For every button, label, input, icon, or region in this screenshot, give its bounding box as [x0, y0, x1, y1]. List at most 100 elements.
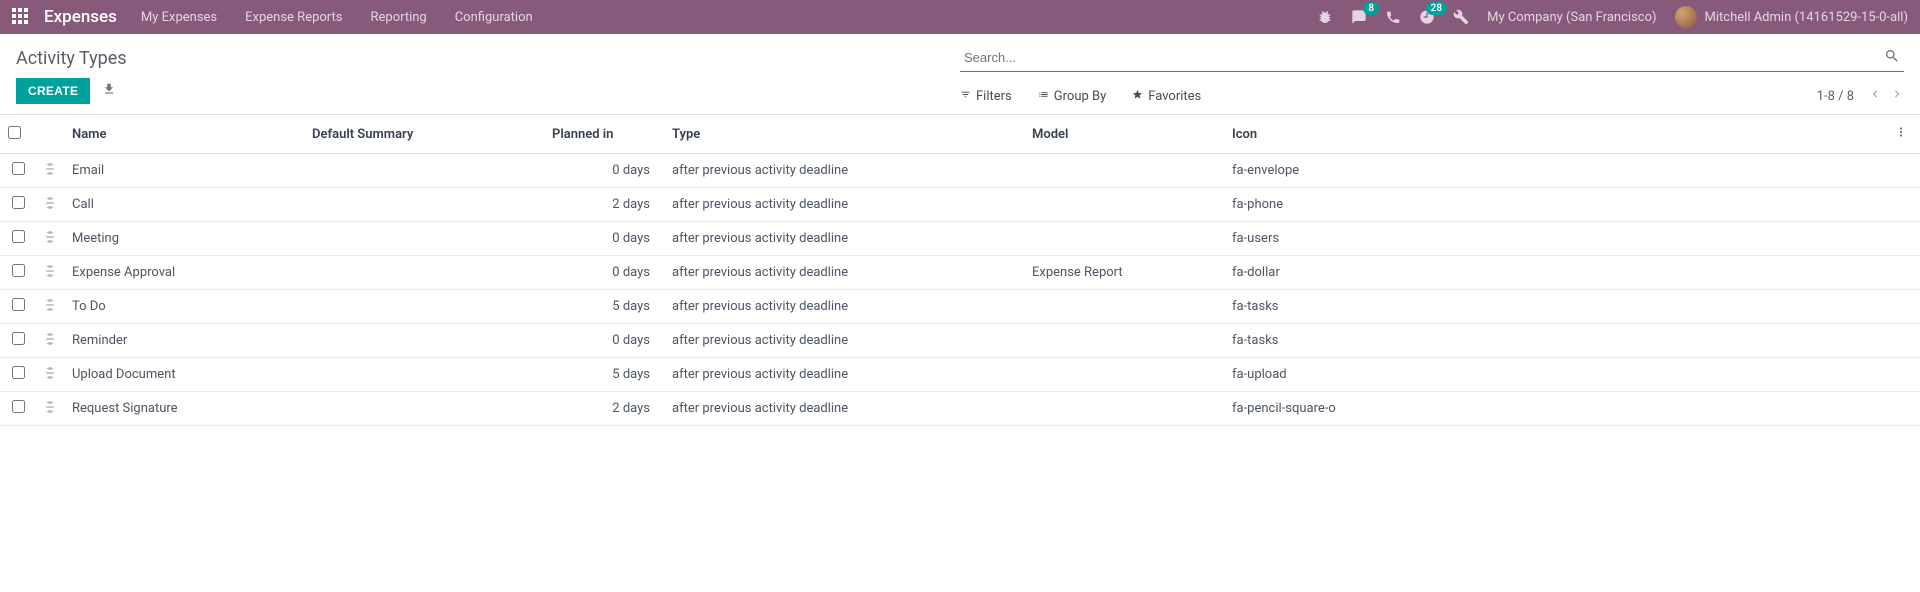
- messages-badge: 8: [1363, 2, 1379, 15]
- drag-handle-icon[interactable]: [45, 402, 55, 417]
- cell-icon: fa-upload: [1224, 358, 1886, 392]
- cell-icon: fa-pencil-square-o: [1224, 392, 1886, 426]
- row-checkbox[interactable]: [12, 366, 25, 379]
- cell-icon: fa-tasks: [1224, 324, 1886, 358]
- search-box: [960, 44, 1904, 72]
- create-button[interactable]: CREATE: [16, 78, 90, 104]
- pager-prev[interactable]: [1868, 87, 1882, 105]
- funnel-icon: [960, 89, 971, 104]
- table-row[interactable]: Call2 daysafter previous activity deadli…: [0, 188, 1920, 222]
- drag-handle-icon[interactable]: [45, 266, 55, 281]
- drag-handle-icon[interactable]: [45, 164, 55, 179]
- col-type[interactable]: Type: [664, 115, 1024, 154]
- cell-type: after previous activity deadline: [664, 290, 1024, 324]
- row-checkbox[interactable]: [12, 400, 25, 413]
- cell-planned: 5 days: [544, 290, 664, 324]
- table-row[interactable]: Request Signature2 daysafter previous ac…: [0, 392, 1920, 426]
- cell-summary: [304, 290, 544, 324]
- cell-name: To Do: [64, 290, 304, 324]
- table-header-row: Name Default Summary Planned in Type Mod…: [0, 115, 1920, 154]
- row-checkbox[interactable]: [12, 332, 25, 345]
- cell-planned: 0 days: [544, 256, 664, 290]
- favorites-button[interactable]: Favorites: [1132, 89, 1201, 104]
- cell-summary: [304, 188, 544, 222]
- activity-types-table: Name Default Summary Planned in Type Mod…: [0, 115, 1920, 426]
- cell-icon: fa-users: [1224, 222, 1886, 256]
- activities-icon[interactable]: 28: [1419, 9, 1435, 25]
- drag-handle-icon[interactable]: [45, 334, 55, 349]
- list-icon: [1038, 89, 1049, 104]
- cell-name: Request Signature: [64, 392, 304, 426]
- username: Mitchell Admin (14161529-15-0-all): [1705, 10, 1908, 25]
- row-checkbox[interactable]: [12, 264, 25, 277]
- drag-handle-icon[interactable]: [45, 368, 55, 383]
- nav-my-expenses[interactable]: My Expenses: [141, 10, 217, 25]
- import-button[interactable]: [102, 82, 116, 100]
- table-row[interactable]: Meeting0 daysafter previous activity dea…: [0, 222, 1920, 256]
- cell-planned: 0 days: [544, 222, 664, 256]
- table-row[interactable]: Upload Document5 daysafter previous acti…: [0, 358, 1920, 392]
- cell-model: [1024, 290, 1224, 324]
- cell-type: after previous activity deadline: [664, 256, 1024, 290]
- search-icon[interactable]: [1884, 48, 1900, 68]
- kebab-icon[interactable]: [1894, 128, 1908, 143]
- row-checkbox[interactable]: [12, 230, 25, 243]
- cell-summary: [304, 154, 544, 188]
- cell-summary: [304, 256, 544, 290]
- cell-summary: [304, 324, 544, 358]
- row-checkbox[interactable]: [12, 298, 25, 311]
- cell-summary: [304, 392, 544, 426]
- drag-handle-icon[interactable]: [45, 198, 55, 213]
- cell-name: Expense Approval: [64, 256, 304, 290]
- phone-icon[interactable]: [1385, 9, 1401, 25]
- groupby-button[interactable]: Group By: [1038, 89, 1107, 104]
- col-planned[interactable]: Planned in: [544, 115, 664, 154]
- nav-right: 8 28 My Company (San Francisco) Mitchell…: [1317, 6, 1908, 28]
- col-model[interactable]: Model: [1024, 115, 1224, 154]
- cell-model: [1024, 392, 1224, 426]
- cell-planned: 0 days: [544, 154, 664, 188]
- groupby-label: Group By: [1054, 89, 1107, 104]
- app-brand[interactable]: Expenses: [44, 7, 117, 27]
- table-row[interactable]: Email0 daysafter previous activity deadl…: [0, 154, 1920, 188]
- select-all-checkbox[interactable]: [8, 126, 21, 139]
- row-checkbox[interactable]: [12, 162, 25, 175]
- table-row[interactable]: Reminder0 daysafter previous activity de…: [0, 324, 1920, 358]
- cell-type: after previous activity deadline: [664, 392, 1024, 426]
- drag-handle-icon[interactable]: [45, 232, 55, 247]
- cell-model: [1024, 154, 1224, 188]
- nav-reporting[interactable]: Reporting: [370, 10, 426, 25]
- apps-icon[interactable]: [12, 8, 30, 26]
- top-nav: Expenses My Expenses Expense Reports Rep…: [0, 0, 1920, 34]
- col-summary[interactable]: Default Summary: [304, 115, 544, 154]
- cell-planned: 2 days: [544, 188, 664, 222]
- filters-button[interactable]: Filters: [960, 89, 1012, 104]
- favorites-label: Favorites: [1148, 89, 1201, 104]
- cell-model: [1024, 358, 1224, 392]
- col-name[interactable]: Name: [64, 115, 304, 154]
- table-row[interactable]: To Do 5 daysafter previous activity deadl…: [0, 290, 1920, 324]
- search-input[interactable]: [960, 44, 1904, 72]
- cell-type: after previous activity deadline: [664, 358, 1024, 392]
- messages-icon[interactable]: 8: [1351, 9, 1367, 25]
- nav-expense-reports[interactable]: Expense Reports: [245, 10, 342, 25]
- cell-type: after previous activity deadline: [664, 324, 1024, 358]
- col-icon[interactable]: Icon: [1224, 115, 1886, 154]
- row-checkbox[interactable]: [12, 196, 25, 209]
- cell-planned: 5 days: [544, 358, 664, 392]
- cell-name: Email: [64, 154, 304, 188]
- company-switcher[interactable]: My Company (San Francisco): [1487, 10, 1656, 25]
- bug-icon[interactable]: [1317, 9, 1333, 25]
- cell-icon: fa-tasks: [1224, 290, 1886, 324]
- cell-icon: fa-phone: [1224, 188, 1886, 222]
- cell-model: [1024, 324, 1224, 358]
- table-row[interactable]: Expense Approval 0 daysafter previous act…: [0, 256, 1920, 290]
- nav-configuration[interactable]: Configuration: [455, 10, 533, 25]
- star-icon: [1132, 89, 1143, 104]
- pager-next[interactable]: [1890, 87, 1904, 105]
- pager-text[interactable]: 1-8 / 8: [1817, 89, 1854, 104]
- drag-handle-icon[interactable]: [45, 300, 55, 315]
- user-menu[interactable]: Mitchell Admin (14161529-15-0-all): [1675, 6, 1908, 28]
- tools-icon[interactable]: [1453, 9, 1469, 25]
- filters-label: Filters: [976, 89, 1012, 104]
